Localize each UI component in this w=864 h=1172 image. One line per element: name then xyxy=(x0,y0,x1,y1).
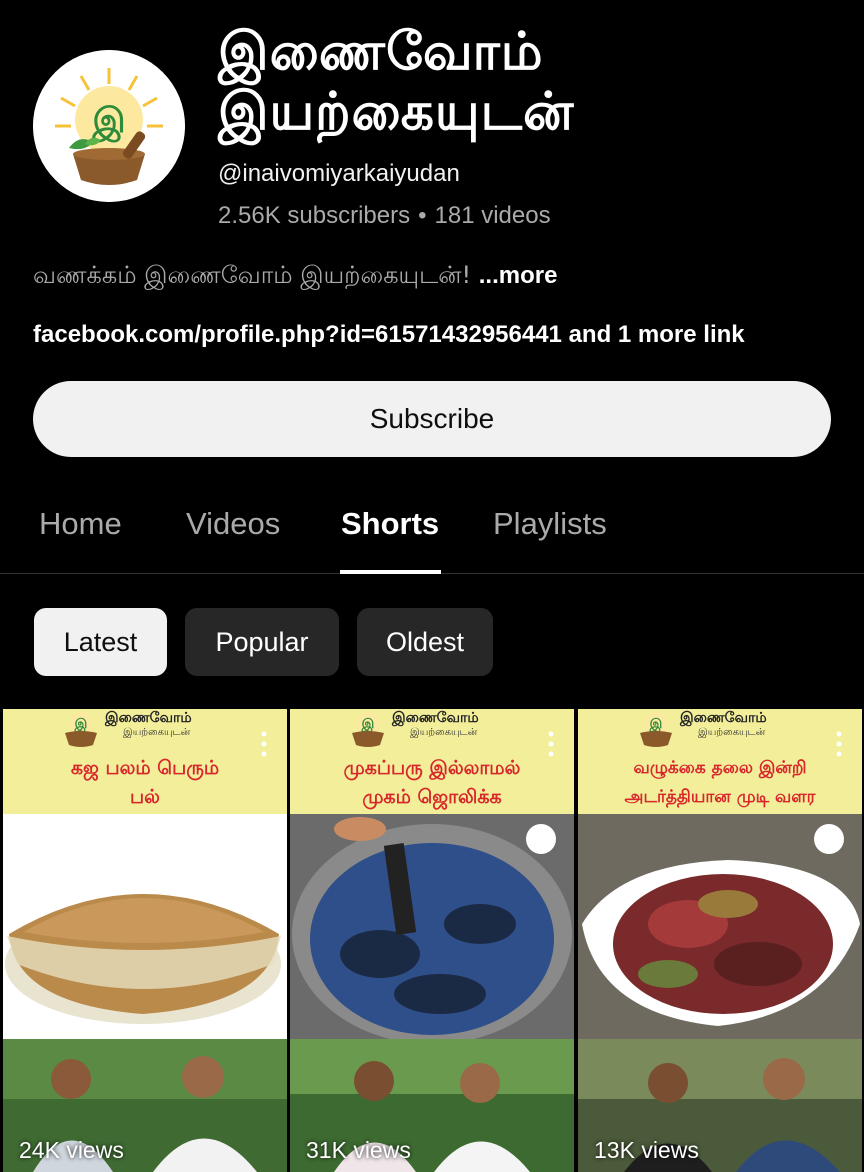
banner-brand-name: இணைவோம் xyxy=(680,710,767,726)
stats-separator: • xyxy=(418,202,427,229)
chip-latest[interactable]: Latest xyxy=(34,608,167,676)
short-card[interactable]: இ இணைவோம் இயற்கையுடன் முகப்பரு இல்லாமல் … xyxy=(290,709,574,1172)
svg-text:இ: இ xyxy=(91,101,125,143)
short-title-line2: பல் xyxy=(130,786,160,808)
short-views: 13K views xyxy=(594,1137,699,1163)
svg-text:இ: இ xyxy=(74,717,88,732)
short-card[interactable]: இ இணைவோம் இயற்கையுடன் கஜ பலம் பெரும் பல் xyxy=(3,709,287,1172)
mini-logo-icon xyxy=(239,824,269,854)
mini-logo-icon xyxy=(526,824,556,854)
more-options-icon[interactable] xyxy=(261,731,267,757)
banner-brand-name: இணைவோம் xyxy=(392,710,479,726)
channel-avatar[interactable]: இ xyxy=(33,50,185,202)
banner-brand-sub: இயற்கையுடன் xyxy=(698,727,766,738)
tab-playlists[interactable]: Playlists xyxy=(493,506,607,542)
subscribe-button[interactable]: Subscribe xyxy=(33,381,831,457)
chip-popular[interactable]: Popular xyxy=(185,608,339,676)
channel-handle: @inaivomiyarkaiyudan xyxy=(218,160,460,187)
svg-text:இ: இ xyxy=(361,717,375,732)
more-links[interactable]: and 1 more link xyxy=(562,321,745,348)
short-title-line1: கஜ பலம் பெரும் xyxy=(70,757,220,779)
short-title-line1: வழுக்கை தலை இன்றி xyxy=(633,758,807,778)
short-views: 31K views xyxy=(306,1137,411,1163)
description-text: வணக்கம் இணைவோம் இயற்கையுடன்! xyxy=(33,261,479,289)
facebook-link[interactable]: facebook.com/profile.php?id=615714329564… xyxy=(33,321,562,348)
channel-name: இணைவோம் இயற்கையுடன் xyxy=(218,22,575,142)
short-title: கஜ பலம் பெரும் பல் xyxy=(3,754,287,812)
banner-brand-sub: இயற்கையுடன் xyxy=(123,727,191,738)
short-banner: இ இணைவோம் இயற்கையுடன் கஜ பலம் பெரும் பல் xyxy=(3,709,287,814)
subscriber-count: 2.56K subscribers xyxy=(218,202,411,229)
short-views: 24K views xyxy=(19,1137,124,1163)
mini-logo-icon xyxy=(814,824,844,854)
tab-shorts[interactable]: Shorts xyxy=(341,506,439,542)
short-card[interactable]: இ இணைவோம் இயற்கையுடன் வழுக்கை தலை இன்றி … xyxy=(578,709,862,1172)
short-title-line2: முகம் ஜொலிக்க xyxy=(362,786,502,808)
more-options-icon[interactable] xyxy=(548,731,554,757)
channel-tabs: Home Videos Shorts Playlists xyxy=(0,480,864,574)
short-banner: இ இணைவோம் இயற்கையுடன் முகப்பரு இல்லாமல் … xyxy=(290,709,574,814)
chip-oldest[interactable]: Oldest xyxy=(357,608,493,676)
short-title: முகப்பரு இல்லாமல் முகம் ஜொலிக்க xyxy=(290,754,574,812)
channel-description[interactable]: வணக்கம் இணைவோம் இயற்கையுடன்! ...more xyxy=(33,261,557,292)
banner-brand-sub: இயற்கையுடன் xyxy=(410,727,478,738)
svg-text:இ: இ xyxy=(649,717,663,732)
tab-videos[interactable]: Videos xyxy=(186,506,280,542)
short-title-line1: முகப்பரு இல்லாமல் xyxy=(343,757,521,779)
channel-stats: 2.56K subscribers • 181 videos xyxy=(218,202,551,230)
mortar-pestle-logo-icon: இ xyxy=(33,50,185,202)
more-options-icon[interactable] xyxy=(836,731,842,757)
channel-links[interactable]: facebook.com/profile.php?id=615714329564… xyxy=(33,321,745,349)
short-title: வழுக்கை தலை இன்றி அடர்த்தியான முடி வளர xyxy=(578,754,862,812)
short-banner: இ இணைவோம் இயற்கையுடன் வழுக்கை தலை இன்றி … xyxy=(578,709,862,814)
short-title-line2: அடர்த்தியான முடி வளர xyxy=(624,787,816,807)
video-count: 181 videos xyxy=(434,202,551,229)
banner-brand-name: இணைவோம் xyxy=(105,710,192,726)
active-tab-indicator xyxy=(340,570,441,574)
description-more-link[interactable]: ...more xyxy=(479,262,558,289)
channel-header: இ இணைவோம் இயற்கையுடன் @inaivomiyarkaiyud… xyxy=(0,0,864,250)
tab-home[interactable]: Home xyxy=(39,506,122,542)
shorts-grid: இ இணைவோம் இயற்கையுடன் கஜ பலம் பெரும் பல் xyxy=(0,709,864,1172)
